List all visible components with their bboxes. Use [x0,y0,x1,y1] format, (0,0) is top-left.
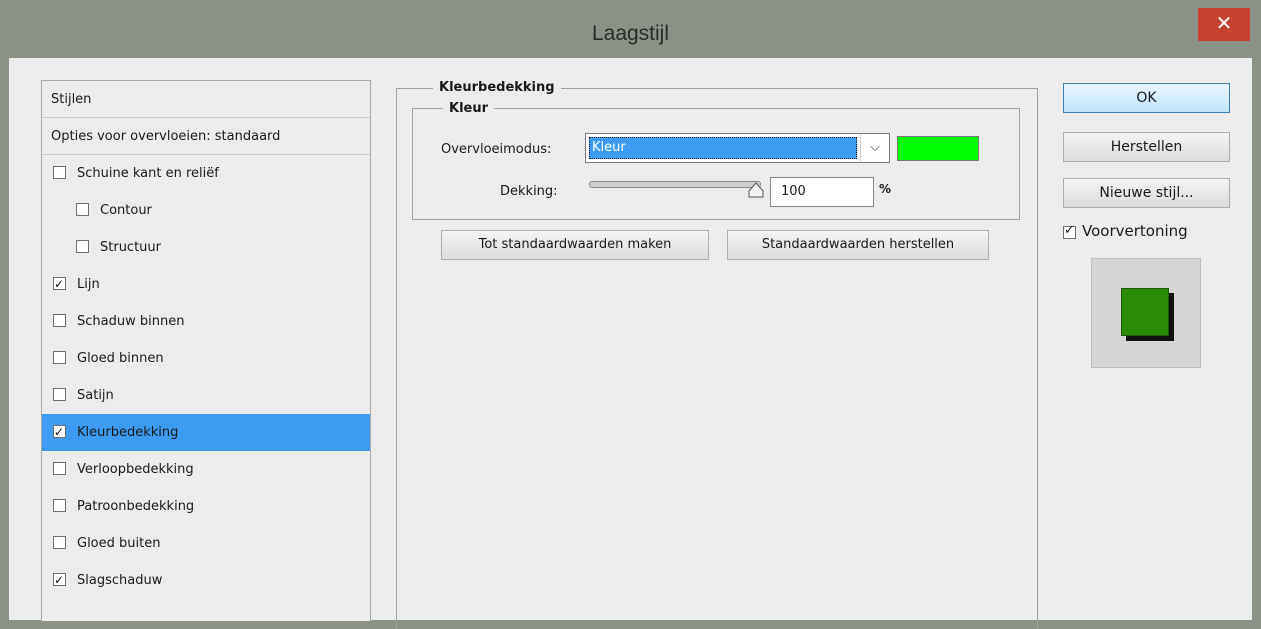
color-group-title: Kleur [443,101,495,116]
style-item-label: Schuine kant en reliëf [77,166,219,181]
style-item[interactable]: Schaduw binnen [42,303,370,340]
preview-checkbox[interactable]: ✓ [1063,223,1076,239]
preview-label[interactable]: Voorvertoning [1082,222,1188,240]
checkmark-icon: ✓ [54,277,65,291]
style-item-label: Patroonbedekking [77,499,195,514]
style-item[interactable]: ✓ Lijn [42,266,370,303]
checkmark-icon: ✓ [54,425,65,439]
style-checkbox[interactable]: ✓ [53,573,66,587]
chevron-down-icon[interactable]: ⌵ [860,134,889,162]
style-item[interactable]: Contour [42,192,370,229]
ok-button[interactable]: OK [1063,83,1230,113]
style-checkbox[interactable] [53,314,66,327]
style-item-label: Kleurbedekking [77,425,179,440]
style-checkbox[interactable]: ✓ [53,277,66,291]
style-item[interactable]: Satijn [42,377,370,414]
style-item-label: Structuur [100,240,162,255]
style-item-label: Lijn [77,277,100,292]
style-checkbox[interactable] [76,203,89,216]
opacity-slider[interactable] [589,181,761,188]
blend-options-item[interactable]: Opties voor overvloeien: standaard [42,118,370,155]
checkmark-icon: ✓ [54,573,65,587]
style-item-label: Gloed buiten [77,536,161,551]
style-item-label: Contour [100,203,152,218]
styles-list: Stijlen Opties voor overvloeien: standaa… [41,80,371,621]
style-checkbox[interactable] [53,499,66,512]
color-overlay-title: Kleurbedekking [433,80,561,95]
blend-mode-select[interactable]: Kleur ⌵ [585,133,890,163]
style-items: Schuine kant en reliëf Contour Structuur ✓ L… [42,155,370,599]
color-swatch[interactable] [897,136,979,161]
checkmark-icon: ✓ [1064,223,1075,238]
make-default-button[interactable]: Tot standaardwaarden maken [441,230,709,260]
opacity-input[interactable]: 100 [770,177,874,207]
dialog-body: Stijlen Opties voor overvloeien: standaa… [9,58,1252,629]
new-style-button[interactable]: Nieuwe stijl... [1063,178,1230,208]
style-item[interactable]: ✓ Slagschaduw [42,562,370,599]
style-item[interactable]: Gloed binnen [42,340,370,377]
color-group [412,108,1020,220]
layer-style-dialog: Laagstijl ✕ Stijlen Opties voor overvloe… [0,0,1261,629]
style-item-label: Satijn [77,388,114,403]
style-item[interactable]: ✓ Kleurbedekking [42,414,370,451]
style-item-label: Slagschaduw [77,573,163,588]
close-button[interactable]: ✕ [1198,8,1250,41]
dialog-title: Laagstijl [591,22,670,45]
style-item-label: Schaduw binnen [77,314,185,329]
reset-default-button[interactable]: Standaardwaarden herstellen [727,230,989,260]
slider-thumb-icon[interactable] [747,182,765,198]
styles-header[interactable]: Stijlen [42,81,370,118]
preview-swatch [1121,288,1169,336]
blend-mode-value: Kleur [589,137,857,159]
style-checkbox[interactable] [53,351,66,364]
title-bar[interactable]: Laagstijl ✕ [0,0,1261,58]
close-icon: ✕ [1215,11,1233,35]
style-checkbox[interactable] [53,166,66,179]
style-item[interactable]: Verloopbedekking [42,451,370,488]
style-item-label: Gloed binnen [77,351,164,366]
opacity-unit: % [879,182,892,196]
style-checkbox[interactable] [53,536,66,549]
style-checkbox[interactable]: ✓ [53,425,66,439]
blend-mode-label: Overvloeimodus: [441,142,552,157]
style-item[interactable]: Schuine kant en reliëf [42,155,370,192]
style-checkbox[interactable] [76,240,89,253]
style-item[interactable]: Structuur [42,229,370,266]
style-item-label: Verloopbedekking [77,462,194,477]
style-item[interactable]: Gloed buiten [42,525,370,562]
style-checkbox[interactable] [53,388,66,401]
style-checkbox[interactable] [53,462,66,475]
reset-button[interactable]: Herstellen [1063,132,1230,162]
opacity-label: Dekking: [500,184,558,199]
style-item[interactable]: Patroonbedekking [42,488,370,525]
